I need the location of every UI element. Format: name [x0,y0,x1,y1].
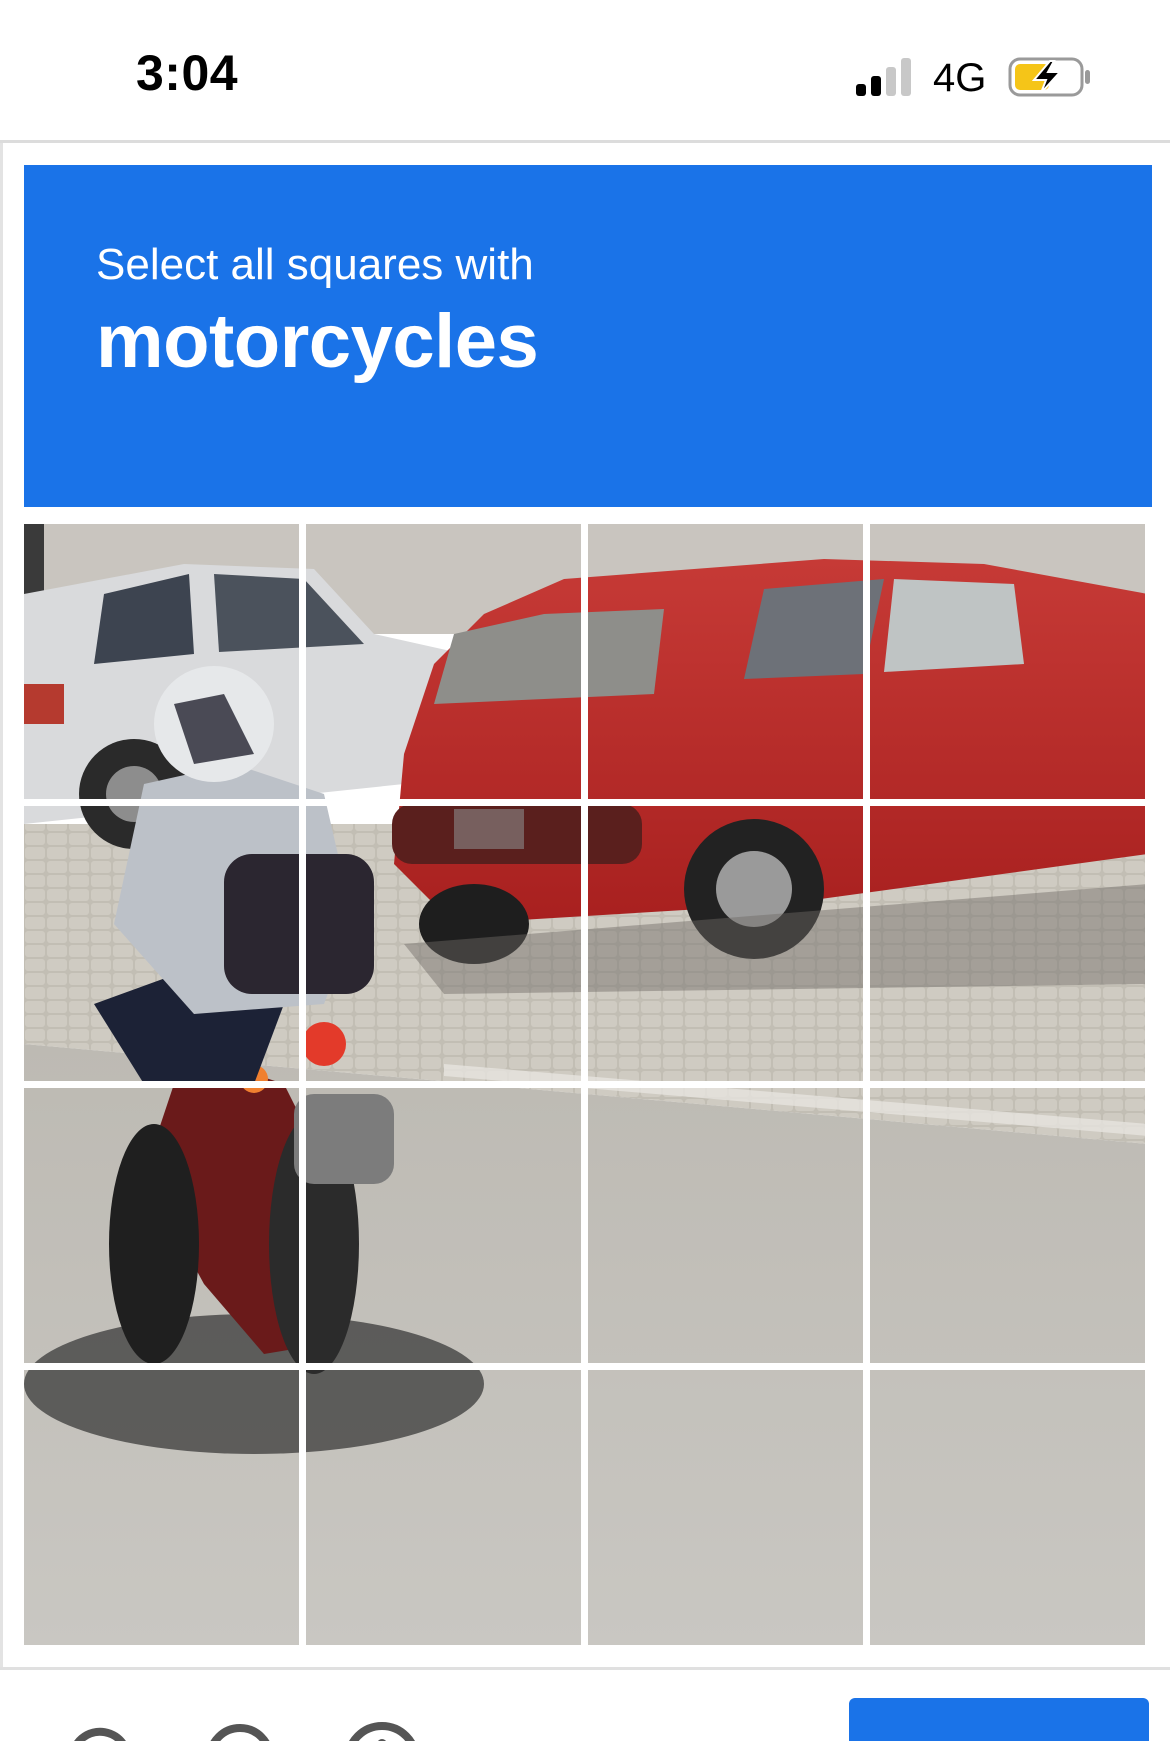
grid-tile[interactable] [870,806,1145,1081]
grid-tile[interactable] [588,1370,863,1645]
battery-charging-icon [1008,57,1090,97]
grid-tile[interactable] [24,1088,299,1363]
challenge-header: Select all squares with motorcycles [24,165,1152,507]
challenge-target: motorcycles [96,299,539,384]
challenge-prompt: Select all squares with [96,240,534,289]
grid-line [24,1363,1148,1370]
grid-tile[interactable] [24,1370,299,1645]
verify-button[interactable] [849,1698,1149,1741]
grid-tile[interactable] [306,806,581,1081]
grid-tile[interactable] [24,524,299,799]
clock-time: 3:04 [136,45,239,101]
grid-tile[interactable] [306,1088,581,1363]
grid-tile[interactable] [870,524,1145,799]
grid-tile[interactable] [588,806,863,1081]
network-type: 4G [933,56,987,100]
grid-line [24,799,1148,806]
top-divider [0,140,1170,143]
cellular-signal-icon [856,58,911,96]
image-grid [24,524,1148,1648]
grid-tile[interactable] [306,1370,581,1645]
grid-tile[interactable] [588,524,863,799]
info-icon[interactable] [340,1718,424,1741]
grid-line [24,1645,1148,1648]
grid-tile[interactable] [870,1088,1145,1363]
frame-border [0,143,3,1673]
grid-line [24,1081,1148,1088]
grid-tile[interactable] [24,806,299,1081]
reload-icon[interactable] [58,1718,142,1741]
status-bar: 3:04 4G [0,0,1170,140]
headphones-icon[interactable] [198,1718,282,1741]
grid-tile[interactable] [588,1088,863,1363]
challenge-footer [0,1670,1170,1741]
grid-tile[interactable] [870,1370,1145,1645]
grid-tile[interactable] [306,524,581,799]
